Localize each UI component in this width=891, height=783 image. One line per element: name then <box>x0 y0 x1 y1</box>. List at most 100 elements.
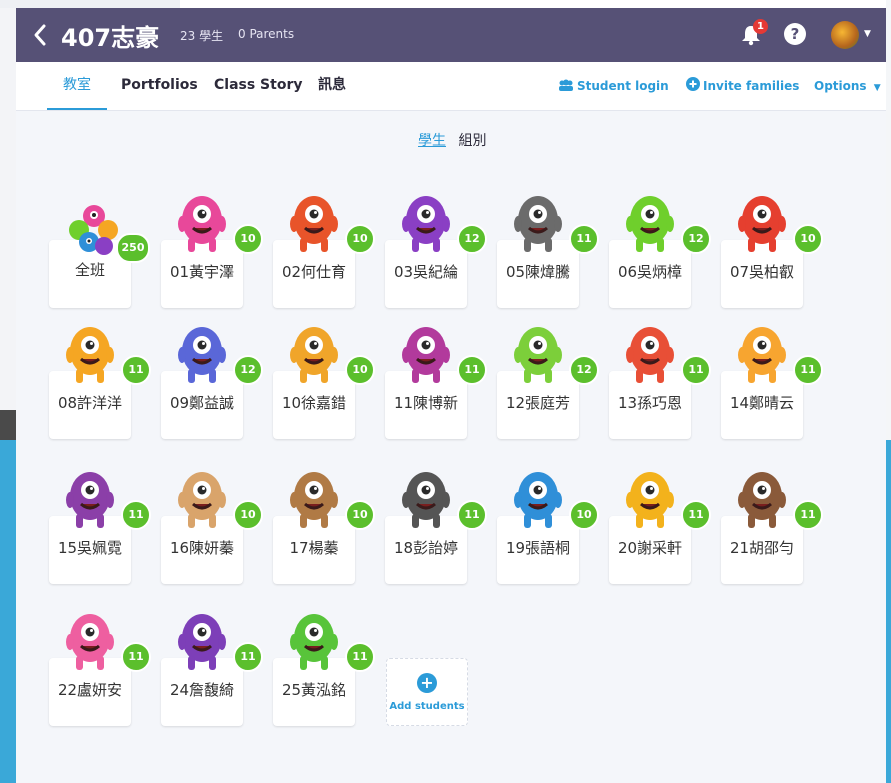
monster-avatar-icon <box>626 327 674 383</box>
desktop-artifact <box>0 440 16 783</box>
monster-avatar-icon <box>178 472 226 528</box>
monster-avatar-icon <box>290 196 338 252</box>
class-title: 407志豪 <box>61 24 160 52</box>
student-name: 25黃泓銘 <box>281 681 347 699</box>
help-icon[interactable]: ? <box>784 23 806 45</box>
monster-avatar-icon <box>290 472 338 528</box>
add-students-label: Add students <box>389 701 465 712</box>
monster-avatar-icon <box>178 614 226 670</box>
student-name: 06吳炳樟 <box>617 263 683 281</box>
monster-avatar-icon <box>178 196 226 252</box>
student-name: 16陳妍蓁 <box>169 539 235 557</box>
chevron-down-icon[interactable]: ▼ <box>864 29 871 39</box>
student-name: 03吳紀綸 <box>393 263 459 281</box>
plus-circle-icon: + <box>417 673 437 693</box>
points-badge: 11 <box>121 642 151 672</box>
monster-avatar-icon <box>626 196 674 252</box>
student-name: 01黃宇澤 <box>169 263 235 281</box>
points-badge: 11 <box>681 500 711 530</box>
monster-avatar-icon <box>738 472 786 528</box>
student-name: 13孫巧恩 <box>617 394 683 412</box>
notification-badge: 1 <box>753 19 768 34</box>
monster-avatar-icon <box>66 614 114 670</box>
student-name: 24詹馥綺 <box>169 681 235 699</box>
tab-portfolios[interactable]: Portfolios <box>121 62 198 110</box>
whole-class-monsters-icon <box>69 205 118 255</box>
monster-avatar-icon <box>290 327 338 383</box>
desktop-artifact <box>886 440 891 783</box>
monster-avatar-icon <box>514 196 562 252</box>
student-name: 20謝采軒 <box>617 539 683 557</box>
student-name: 05陳煒騰 <box>505 263 571 281</box>
monster-avatar-icon <box>402 327 450 383</box>
points-badge: 11 <box>457 500 487 530</box>
student-name: 10徐嘉錯 <box>281 394 347 412</box>
points-badge: 12 <box>457 224 487 254</box>
points-badge: 11 <box>233 642 263 672</box>
student-name: 22盧妍安 <box>57 681 123 699</box>
desktop-artifact <box>0 410 16 440</box>
view-students-toggle[interactable]: 學生 <box>418 133 446 149</box>
student-name: 14鄭晴云 <box>729 394 795 412</box>
points-badge: 11 <box>345 642 375 672</box>
points-badge: 10 <box>793 224 823 254</box>
points-badge: 11 <box>121 500 151 530</box>
monster-avatar-icon <box>66 327 114 383</box>
desktop-strip <box>0 0 180 8</box>
points-badge: 11 <box>569 224 599 254</box>
points-badge: 12 <box>233 355 263 385</box>
monster-avatar-icon <box>514 327 562 383</box>
view-toggle: 學生 組別 <box>418 130 486 150</box>
student-name: 21胡邵勻 <box>729 539 795 557</box>
student-name: 07吳柏叡 <box>729 263 795 281</box>
top-header: 407志豪 23 學生 0 Parents 1 ? ▼ <box>16 8 886 62</box>
classroom-window: 407志豪 23 學生 0 Parents 1 ? ▼ 教室 Portfolio… <box>16 8 886 783</box>
invite-families-label: Invite families <box>703 79 800 93</box>
points-badge: 10 <box>345 355 375 385</box>
tab-messages[interactable]: 訊息 <box>318 62 346 110</box>
student-name: 12張庭芳 <box>505 394 571 412</box>
tab-classroom[interactable]: 教室 <box>47 62 107 110</box>
points-badge: 12 <box>569 355 599 385</box>
monster-avatar-icon <box>626 472 674 528</box>
points-badge: 10 <box>345 224 375 254</box>
points-badge: 10 <box>233 224 263 254</box>
whole-class-label: 全班 <box>74 261 105 279</box>
class-nav: 教室 Portfolios Class Story 訊息 Student log… <box>16 62 886 111</box>
invite-families-link[interactable]: Invite families <box>686 62 799 110</box>
tab-class-story[interactable]: Class Story <box>214 62 302 110</box>
back-icon[interactable] <box>30 22 52 48</box>
options-menu[interactable]: Options ▼ <box>814 62 881 110</box>
view-groups-toggle[interactable]: 組別 <box>458 133 486 149</box>
points-badge: 12 <box>681 224 711 254</box>
student-name: 11陳博新 <box>393 394 459 412</box>
monster-avatar-icon <box>738 327 786 383</box>
points-badge: 11 <box>793 355 823 385</box>
plus-circle-icon <box>686 63 700 111</box>
points-badge: 10 <box>233 500 263 530</box>
student-name: 15吳姵霓 <box>57 539 123 557</box>
whole-class-points-badge: 250 <box>116 233 150 263</box>
options-label: Options <box>814 79 867 93</box>
student-login-label: Student login <box>577 79 669 93</box>
student-name: 17楊蓁 <box>289 539 339 557</box>
monster-avatar-icon <box>402 472 450 528</box>
points-badge: 11 <box>121 355 151 385</box>
monster-avatar-icon <box>178 327 226 383</box>
desktop-artifact <box>886 0 891 440</box>
points-badge: 11 <box>681 355 711 385</box>
students-icon <box>558 63 574 111</box>
add-students-button[interactable]: + Add students <box>386 658 468 726</box>
monster-avatar-icon <box>514 472 562 528</box>
student-name: 18彭詒婷 <box>393 539 459 557</box>
points-badge: 10 <box>345 500 375 530</box>
points-badge: 11 <box>457 355 487 385</box>
monster-avatar-icon <box>66 472 114 528</box>
student-login-link[interactable]: Student login <box>558 62 669 110</box>
students-count: 23 學生 <box>180 29 224 43</box>
points-badge: 11 <box>793 500 823 530</box>
parents-count[interactable]: 0 Parents <box>238 27 294 41</box>
student-name: 08許洋洋 <box>57 394 123 412</box>
avatar[interactable] <box>831 21 859 49</box>
chevron-down-icon: ▼ <box>873 83 881 93</box>
